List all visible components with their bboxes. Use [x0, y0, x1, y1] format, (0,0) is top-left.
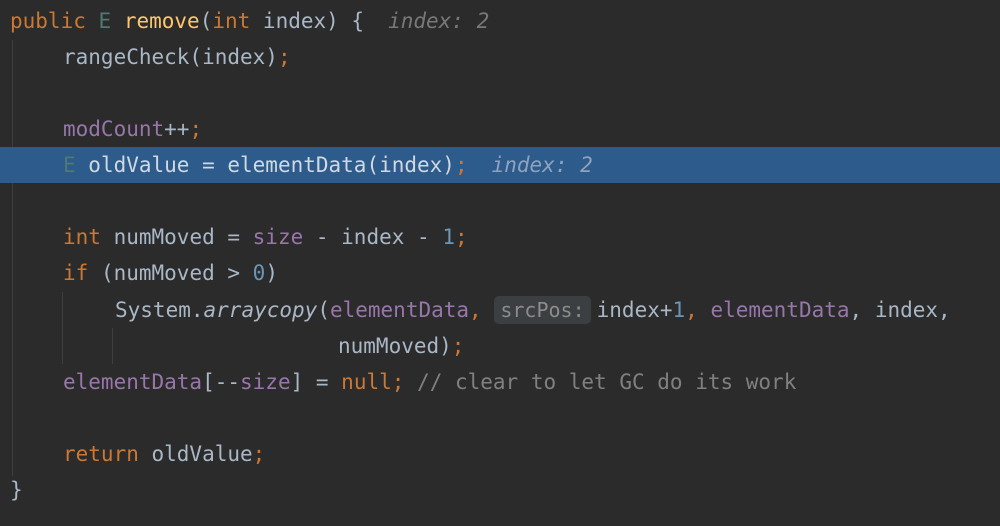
semicolon: ; [451, 334, 465, 358]
keyword-public: public [10, 9, 86, 33]
code-line-8[interactable]: if (numMoved > 0) [0, 255, 1000, 291]
keyword-int: int [212, 9, 251, 33]
keyword-return: return [63, 442, 139, 466]
inline-value-hint: index: 2 [491, 153, 593, 177]
number-literal: 0 [252, 261, 266, 285]
increment-op: ++ [164, 117, 190, 141]
number-literal: 1 [672, 298, 686, 322]
semicolon: ; [189, 117, 203, 141]
code-text: numMoved = [100, 225, 253, 249]
semicolon: ; [454, 153, 468, 177]
keyword-null: null [341, 370, 392, 394]
code-line-13[interactable]: return oldValue; [0, 436, 1000, 472]
comma: , [685, 298, 711, 322]
code-line-7[interactable]: int numMoved = size - index - 1; [0, 219, 1000, 255]
code-text: index+ [596, 298, 673, 322]
keyword-int: int [63, 225, 101, 249]
code-line-5-current[interactable]: E oldValue = elementData(index); index: 2 [0, 147, 1000, 183]
code-text: ) [265, 261, 278, 285]
param-text: index) { [250, 9, 365, 33]
number-literal: 1 [442, 225, 455, 249]
code-line-4[interactable]: modCount++; [0, 111, 1000, 147]
code-line-10[interactable]: numMoved); [0, 328, 1000, 364]
code-text: (numMoved > [88, 261, 253, 285]
code-text: numMoved) [338, 334, 452, 358]
code-line-9[interactable]: System.arraycopy(elementData, srcPos: ind… [0, 292, 1000, 328]
keyword-if: if [63, 261, 89, 285]
field-size: size [252, 225, 304, 249]
code-text: oldValue [138, 442, 253, 466]
field-modcount: modCount [63, 117, 165, 141]
code-text: System. [115, 298, 204, 322]
code-line-14[interactable]: } [0, 472, 1000, 508]
code-text: [-- [202, 370, 241, 394]
code-line-11[interactable]: elementData[--size] = null; // clear to … [0, 364, 1000, 400]
method-name: remove [123, 9, 200, 33]
closing-brace: } [10, 478, 23, 502]
semicolon: ; [391, 370, 405, 394]
code-text: , index, [849, 298, 951, 322]
code-text: ] = [290, 370, 342, 394]
semicolon: ; [277, 45, 291, 69]
code-editor[interactable]: public E remove(int index) {index: 2 ran… [0, 0, 1000, 526]
range-check-call: rangeCheck(index) [63, 45, 278, 69]
field-elementdata: elementData [329, 298, 470, 322]
code-line-2[interactable]: rangeCheck(index); [0, 39, 1000, 75]
type-e: E [63, 153, 76, 177]
field-elementdata: elementData [710, 298, 850, 322]
paren-open: ( [199, 9, 213, 33]
method-arraycopy: arraycopy [203, 298, 318, 322]
comma: , [469, 298, 495, 322]
code-text: ( [317, 298, 330, 322]
line-comment: // clear to let GC do its work [404, 370, 797, 394]
field-elementdata: elementData [63, 370, 203, 394]
inline-value-hint: index: 2 [388, 9, 490, 33]
code-line-1[interactable]: public E remove(int index) { index: 2 [0, 3, 1000, 39]
field-size: size [240, 370, 291, 394]
parameter-name-hint: srcPos: [494, 296, 591, 324]
code-text: - index - [303, 225, 443, 249]
semicolon: ; [252, 442, 266, 466]
type-e: E [98, 9, 112, 33]
assignment-text: oldValue = elementData(index) [75, 153, 455, 177]
semicolon: ; [454, 225, 468, 249]
